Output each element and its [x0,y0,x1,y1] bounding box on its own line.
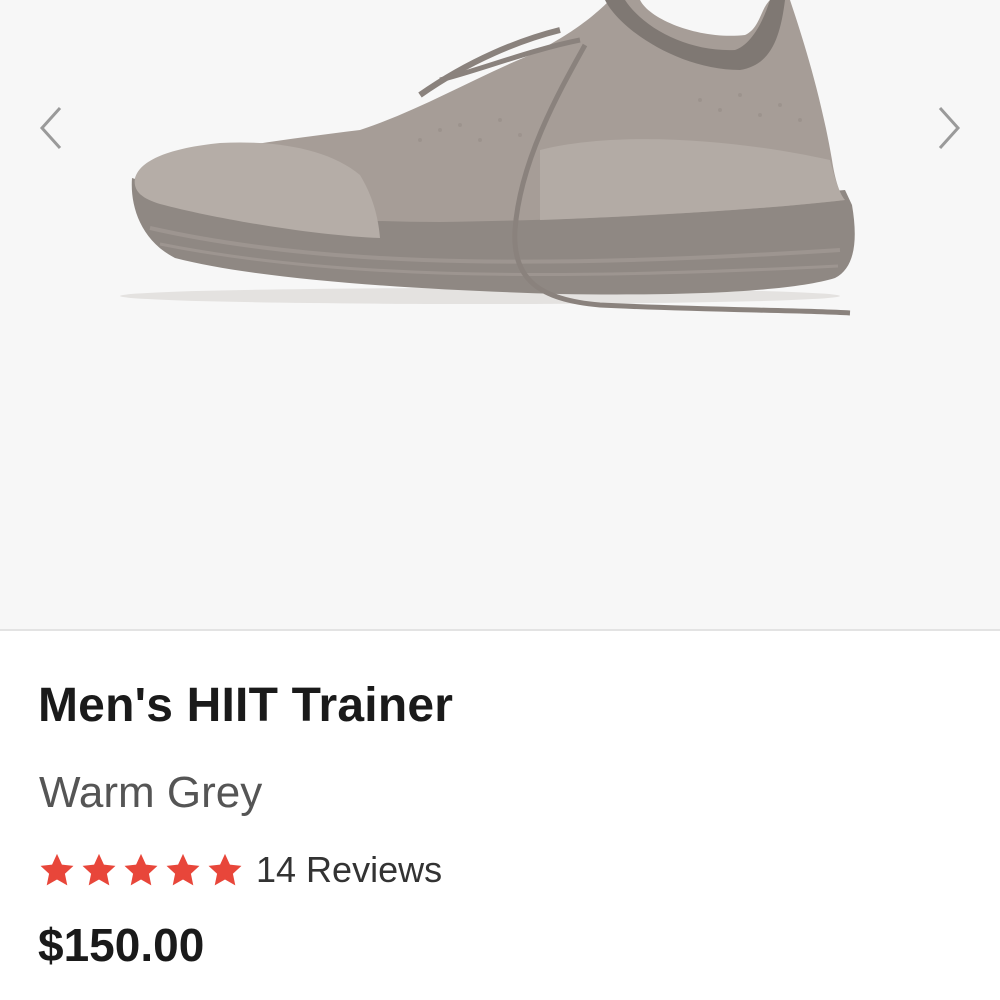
star-icon [122,851,160,889]
rating-summary[interactable]: 14 Reviews [38,848,442,892]
star-icon [80,851,118,889]
product-color-name: Warm Grey [39,768,263,817]
star-icon [206,851,244,889]
chevron-right-icon [938,106,961,150]
reviews-link[interactable]: 14 Reviews [256,849,442,891]
product-price: $150.00 [38,919,205,971]
chevron-left-icon [39,106,62,150]
star-icon [164,851,202,889]
product-image-gallery[interactable] [0,0,1000,631]
product-page: Men's HIIT Trainer Warm Grey 14 Reviews … [0,0,1000,1000]
gallery-prev-button[interactable] [32,100,72,156]
gallery-next-button[interactable] [928,100,968,156]
star-icon [38,851,76,889]
star-rating [38,851,248,889]
product-image-shoe [120,0,855,316]
product-title: Men's HIIT Trainer [38,679,454,732]
